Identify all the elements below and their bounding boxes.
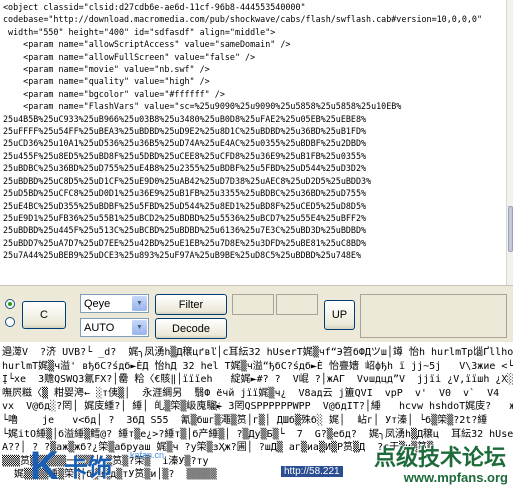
url-highlight: http://58.221 xyxy=(281,466,343,477)
chevron-down-icon[interactable]: ▼ xyxy=(132,296,147,311)
up-button[interactable]: UP xyxy=(324,300,355,330)
radio-option-bottom[interactable] xyxy=(5,317,15,327)
control-bar: C Qeye ▼ AUTO ▼ Filter Decode UP xyxy=(0,285,513,342)
filter-button[interactable]: Filter xyxy=(155,294,227,315)
radio-option-top[interactable] xyxy=(5,299,15,309)
empty-panel xyxy=(276,294,318,315)
empty-panel xyxy=(232,294,274,315)
source-text-area[interactable]: <object classid="clsid:d27cdb6e-ae6d-11c… xyxy=(0,0,506,285)
decoded-output-content: 邉㵺V ?济 UVB?└ _d? 娓╮凤湧h▒Д穣цґвľ│с耳紜32 hUse… xyxy=(2,347,513,481)
decode-button[interactable]: Decode xyxy=(155,318,227,339)
chevron-down-icon[interactable]: ▼ xyxy=(132,320,147,335)
source-text-content: <object classid="clsid:d27cdb6e-ae6d-11c… xyxy=(3,2,483,261)
source-scrollbar-thumb[interactable] xyxy=(508,206,513,252)
source-scrollbar[interactable] xyxy=(506,0,513,285)
status-panel xyxy=(360,294,507,338)
encoding-select-value: Qeye xyxy=(84,297,111,310)
c-button[interactable]: C xyxy=(22,301,66,329)
mode-select[interactable]: AUTO ▼ xyxy=(80,318,149,337)
decoded-output-area[interactable]: 邉㵺V ?济 UVB?└ _d? 娓╮凤湧h▒Д穣цґвľ│с耳紜32 hUse… xyxy=(0,342,513,493)
encoding-select[interactable]: Qeye ▼ xyxy=(80,294,149,313)
mode-select-value: AUTO xyxy=(84,321,115,334)
